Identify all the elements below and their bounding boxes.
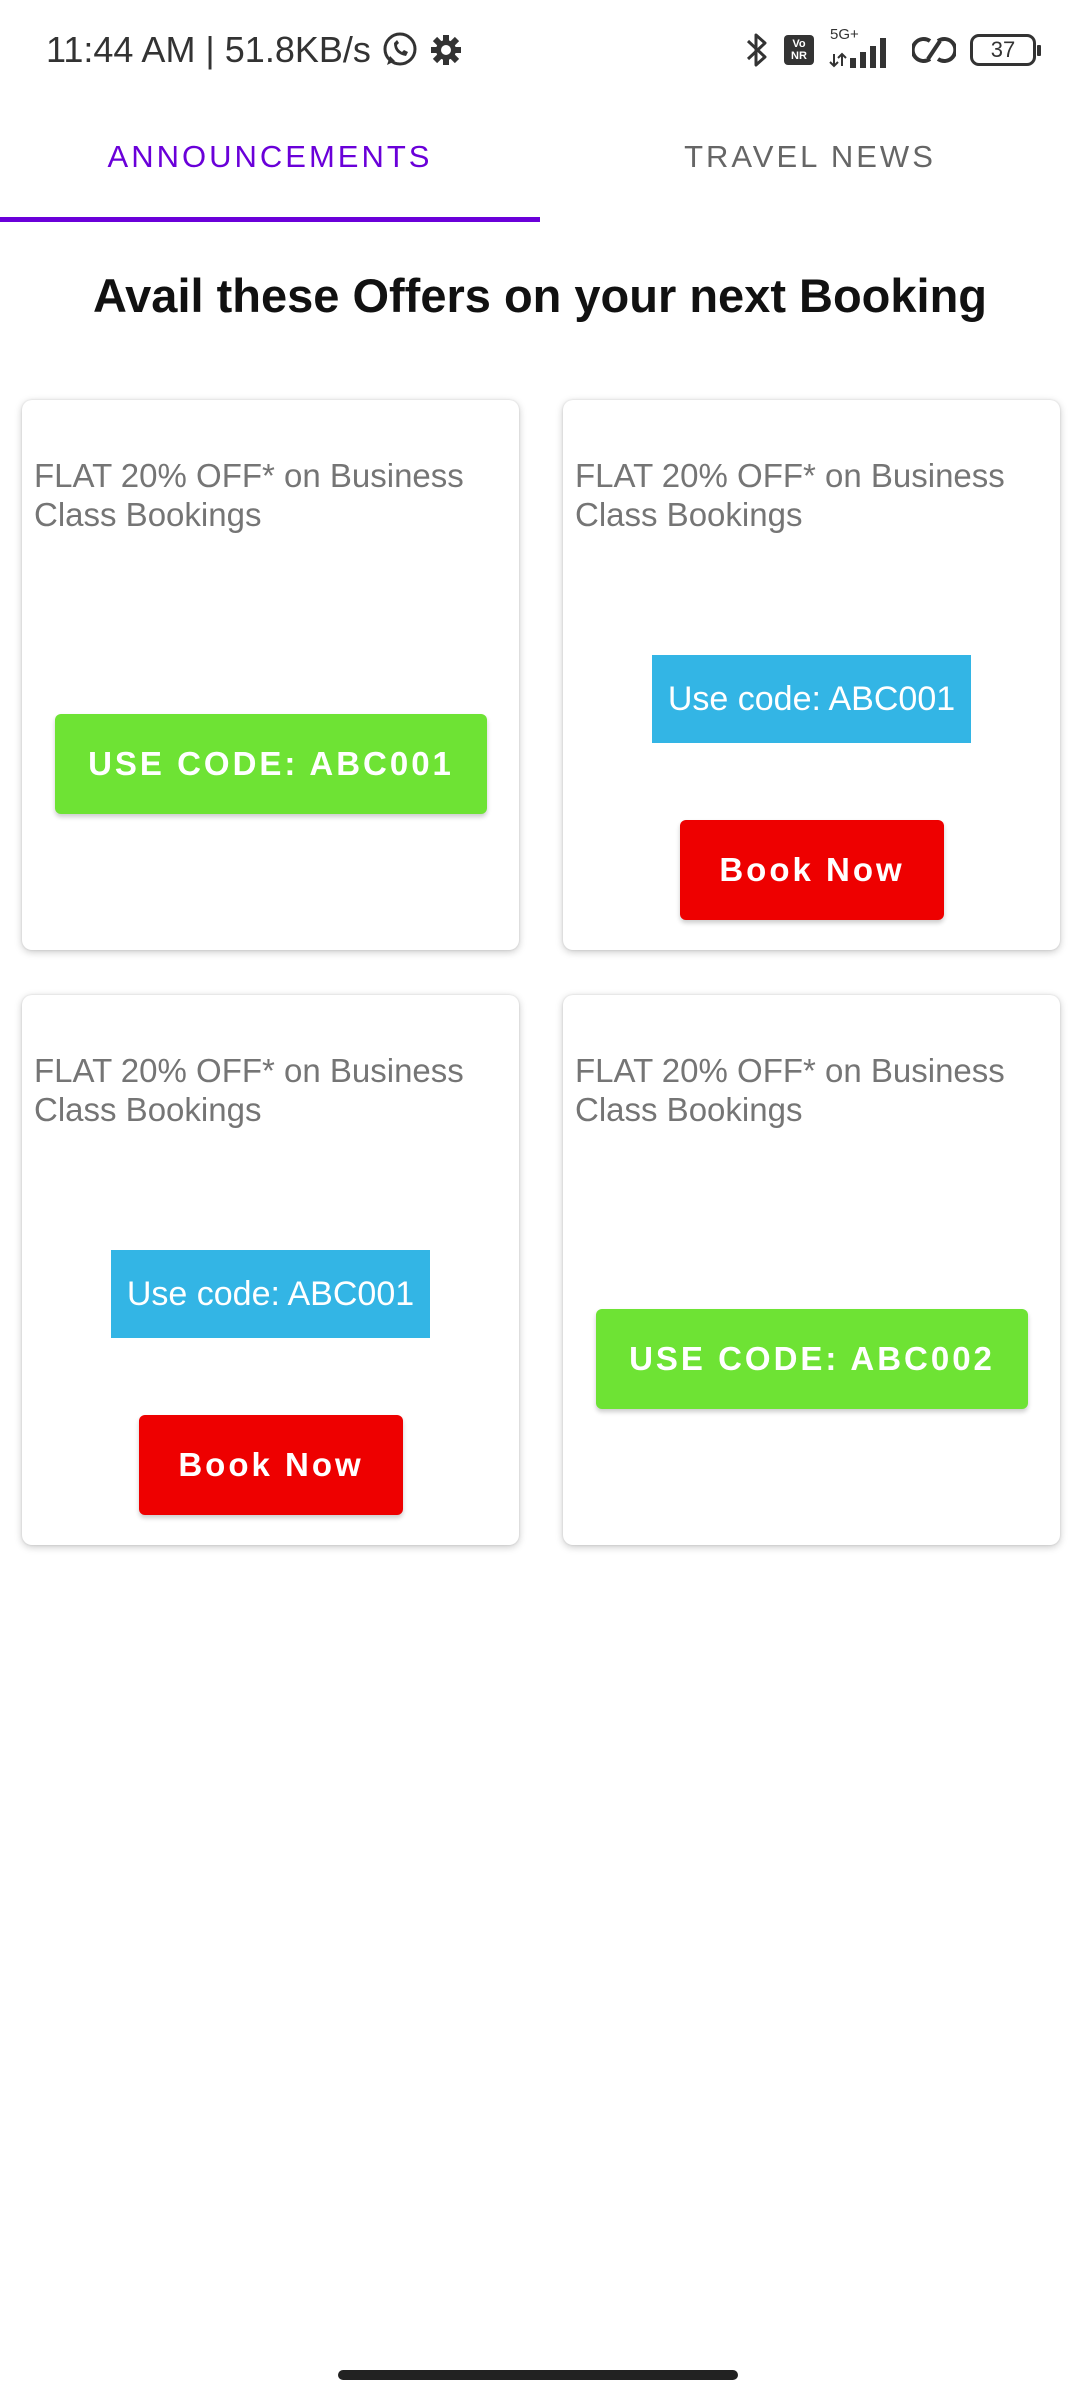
- offer-card: FLAT 20% OFF* on Business Class Bookings…: [563, 400, 1060, 950]
- offer-card: FLAT 20% OFF* on Business Class Bookings…: [22, 995, 519, 1545]
- page-title: Avail these Offers on your next Booking: [92, 269, 988, 322]
- tab-travel-news[interactable]: TRAVEL NEWS: [540, 100, 1080, 222]
- volte-icon: Vo NR: [784, 35, 814, 65]
- battery-icon: 37: [970, 34, 1041, 66]
- offer-text: FLAT 20% OFF* on Business Class Bookings: [34, 1052, 464, 1128]
- tab-bar: ANNOUNCEMENTS TRAVEL NEWS: [0, 100, 1080, 222]
- tab-announcements[interactable]: ANNOUNCEMENTS: [0, 100, 540, 222]
- offer-text: FLAT 20% OFF* on Business Class Bookings: [575, 457, 1005, 533]
- status-right: Vo NR 5G+ 37: [744, 26, 1041, 70]
- home-indicator[interactable]: [338, 2370, 738, 2380]
- book-now-button[interactable]: Book Now: [139, 1415, 403, 1515]
- promo-code-label: Use code: ABC001: [111, 1250, 430, 1338]
- status-bar: 11:44 AM | 51.8KB/s Vo NR 5G+ 37: [0, 0, 1080, 100]
- use-code-button[interactable]: USE CODE: ABC001: [55, 714, 487, 814]
- status-left: 11:44 AM | 51.8KB/s: [46, 29, 463, 71]
- status-time-speed: 11:44 AM | 51.8KB/s: [46, 29, 371, 70]
- link-icon: [912, 33, 956, 67]
- offer-card: FLAT 20% OFF* on Business Class Bookings…: [563, 995, 1060, 1545]
- book-now-button[interactable]: Book Now: [680, 820, 944, 920]
- bluetooth-icon: [744, 30, 770, 70]
- promo-code-label: Use code: ABC001: [652, 655, 971, 743]
- offer-card: FLAT 20% OFF* on Business Class Bookings…: [22, 400, 519, 950]
- offer-text: FLAT 20% OFF* on Business Class Bookings: [34, 457, 464, 533]
- settings-icon: [429, 33, 463, 67]
- signal-icon: 5G+: [828, 26, 898, 70]
- offer-text: FLAT 20% OFF* on Business Class Bookings: [575, 1052, 1005, 1128]
- whatsapp-icon: [381, 31, 419, 69]
- use-code-button[interactable]: USE CODE: ABC002: [596, 1309, 1028, 1409]
